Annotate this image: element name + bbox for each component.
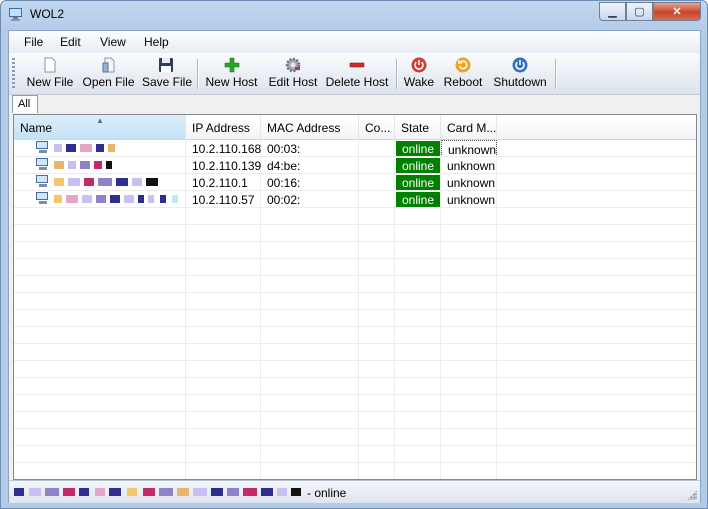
grid-line <box>14 445 696 446</box>
toolbar: New File Open File Save File New Host Ed… <box>9 53 700 95</box>
shutdown-button[interactable]: Shutdown <box>492 55 548 92</box>
grid-line <box>14 241 696 242</box>
column-header-name[interactable]: Name ▲ <box>14 115 186 139</box>
menu-view[interactable]: View <box>100 35 126 49</box>
new-file-button[interactable]: New File <box>25 55 75 92</box>
delete-host-button[interactable]: Delete Host <box>325 55 389 92</box>
reboot-button[interactable]: Reboot <box>443 55 483 92</box>
card-cell: unknown <box>447 159 496 173</box>
grid-line <box>14 309 696 310</box>
sort-ascending-icon: ▲ <box>96 116 104 125</box>
client-area: File Edit View Help New File Open File S… <box>8 30 701 503</box>
grid-line <box>14 428 696 429</box>
column-header-ip[interactable]: IP Address <box>186 115 261 139</box>
ip-cell: 10.2.110.139 <box>192 159 261 173</box>
save-file-button[interactable]: Save File <box>142 55 192 92</box>
toolbar-separator <box>396 59 398 89</box>
ip-cell: 10.2.110.1 <box>192 176 248 190</box>
ip-cell: 10.2.110.168 <box>192 142 261 156</box>
table-row[interactable]: 10.2.110.168 00:03: online unknown <box>14 140 696 157</box>
orange-refresh-icon <box>455 57 471 73</box>
card-cell: unknown <box>441 140 497 157</box>
mac-cell: d4:be: <box>267 159 301 173</box>
mac-cell: 00:02: <box>267 193 301 207</box>
blank-page-icon <box>44 57 56 73</box>
toolbar-separator <box>555 59 557 89</box>
minimize-button[interactable]: ▁ <box>599 2 626 21</box>
grid-line <box>14 258 696 259</box>
computer-icon <box>36 141 48 153</box>
resize-grip-icon[interactable] <box>687 490 697 500</box>
list-header: Name ▲ IP Address MAC Address Co... Stat… <box>14 115 696 140</box>
menu-bar: File Edit View Help <box>9 31 700 53</box>
column-header-comment[interactable]: Co... <box>359 115 395 139</box>
blue-power-icon <box>512 57 528 73</box>
status-bar: - online <box>9 480 700 503</box>
column-header-state[interactable]: State <box>395 115 441 139</box>
green-plus-icon <box>224 57 239 73</box>
grid-line <box>14 394 696 395</box>
grid-line <box>14 292 696 293</box>
menu-help[interactable]: Help <box>144 35 169 49</box>
ip-cell: 10.2.110.57 <box>192 193 255 207</box>
red-power-icon <box>411 57 427 73</box>
title-bar[interactable]: WOL2 ▁ ▢ ✕ <box>1 1 707 29</box>
grid-line <box>14 462 696 463</box>
close-button[interactable]: ✕ <box>653 2 701 21</box>
toolbar-separator <box>197 59 199 89</box>
table-row[interactable]: 10.2.110.139 d4:be: online unknown <box>14 157 696 174</box>
gear-icon <box>285 57 301 73</box>
computer-icon <box>36 175 48 187</box>
card-cell: unknown <box>447 176 496 190</box>
minimize-icon: ▁ <box>608 6 617 18</box>
state-badge: online <box>396 192 440 207</box>
table-row[interactable]: 10.2.110.57 00:02: online unknown <box>14 191 696 208</box>
grid-line <box>14 224 696 225</box>
red-minus-icon <box>349 62 365 68</box>
tab-all[interactable]: All <box>12 95 38 113</box>
host-list[interactable]: Name ▲ IP Address MAC Address Co... Stat… <box>13 114 697 480</box>
card-cell: unknown <box>447 193 496 207</box>
menu-edit[interactable]: Edit <box>60 35 81 49</box>
mac-cell: 00:03: <box>267 142 301 156</box>
window-title: WOL2 <box>30 7 65 21</box>
status-text: - online <box>307 486 347 500</box>
grid-line <box>14 377 696 378</box>
grid-line <box>14 207 696 208</box>
grid-line <box>14 343 696 344</box>
close-icon: ✕ <box>672 6 682 18</box>
computer-icon <box>36 192 48 204</box>
mac-cell: 00:16: <box>267 176 301 190</box>
maximize-icon: ▢ <box>634 6 645 18</box>
table-row[interactable]: 10.2.110.1 00:16: online unknown <box>14 174 696 191</box>
grid-line <box>14 326 696 327</box>
computer-icon <box>9 8 22 21</box>
column-header-card[interactable]: Card M... <box>441 115 497 139</box>
grid-line <box>14 411 696 412</box>
wake-button[interactable]: Wake <box>402 55 436 92</box>
state-badge: online <box>396 141 440 156</box>
open-file-button[interactable]: Open File <box>82 55 135 92</box>
edit-host-button[interactable]: Edit Host <box>267 55 319 92</box>
grid-line <box>14 275 696 276</box>
column-header-mac[interactable]: MAC Address <box>261 115 359 139</box>
app-window: WOL2 ▁ ▢ ✕ File Edit View Help New File … <box>0 0 708 509</box>
state-badge: online <box>396 175 440 190</box>
open-document-icon <box>102 57 114 73</box>
maximize-button[interactable]: ▢ <box>626 2 653 21</box>
state-badge: online <box>396 158 440 173</box>
new-host-button[interactable]: New Host <box>204 55 259 92</box>
menu-file[interactable]: File <box>24 35 43 49</box>
toolbar-grip[interactable] <box>12 58 15 90</box>
grid-line <box>14 360 696 361</box>
floppy-disk-icon <box>159 58 173 72</box>
computer-icon <box>36 158 48 170</box>
